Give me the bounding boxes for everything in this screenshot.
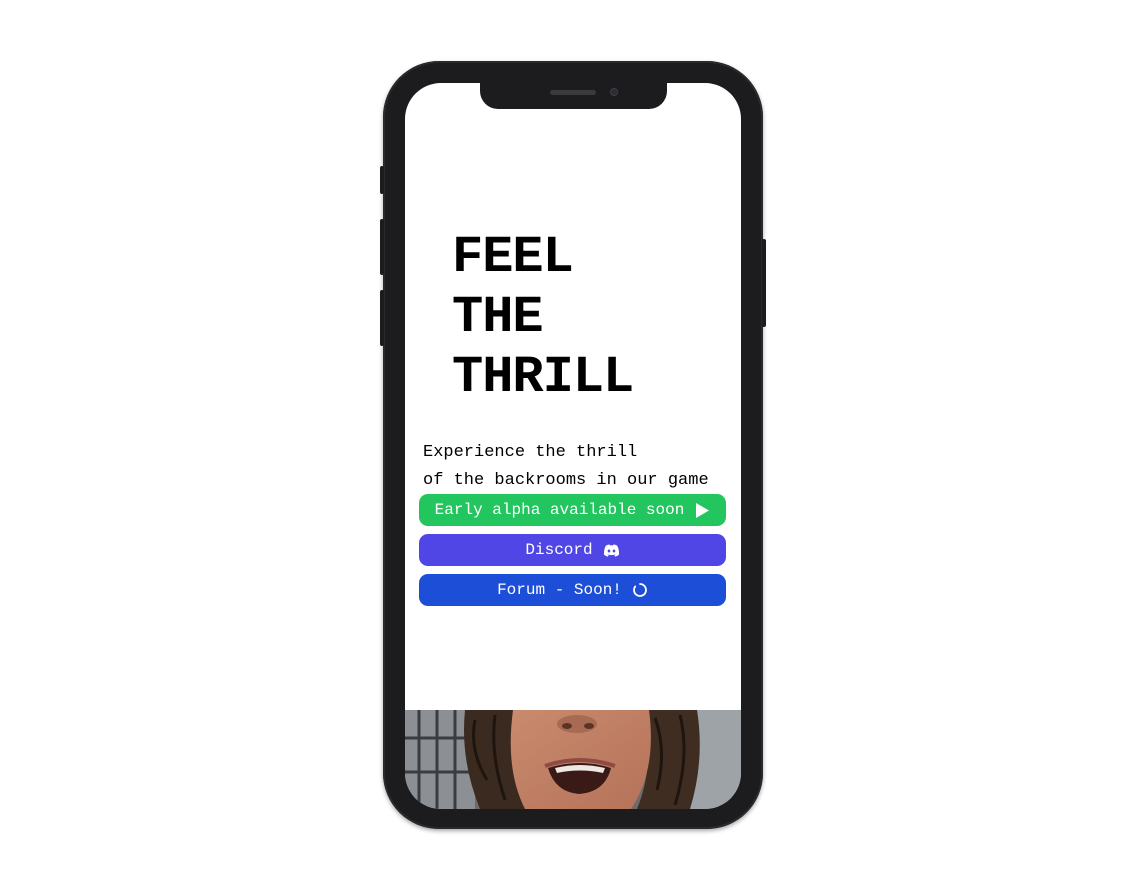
tagline-line: Experience the thrill: [423, 443, 638, 462]
early-alpha-button[interactable]: Early alpha available soon: [419, 494, 726, 526]
play-icon: [694, 502, 710, 519]
mute-switch: [380, 166, 384, 194]
notch: [480, 83, 667, 109]
volume-up-button: [380, 219, 384, 275]
speaker-grille: [550, 90, 596, 95]
power-button: [762, 239, 766, 327]
face-photo: [405, 710, 741, 809]
phone-frame: FEEL THE THRILL Experience the thrill of…: [380, 61, 766, 829]
early-alpha-label: Early alpha available soon: [434, 501, 685, 519]
loading-spinner-icon: [632, 582, 648, 598]
discord-button[interactable]: Discord: [419, 534, 726, 566]
headline-line: THRILL: [452, 348, 634, 407]
phone-screen: FEEL THE THRILL Experience the thrill of…: [405, 83, 741, 809]
tagline-line: of the backrooms in our game: [423, 471, 709, 490]
discord-icon: [603, 544, 620, 557]
hero-headline: FEEL THE THRILL: [452, 228, 634, 408]
forum-button[interactable]: Forum - Soon!: [419, 574, 726, 606]
volume-down-button: [380, 290, 384, 346]
headline-line: THE: [452, 288, 544, 347]
forum-label: Forum - Soon!: [497, 581, 622, 599]
front-camera: [611, 89, 617, 95]
discord-label: Discord: [525, 541, 593, 559]
hero-tagline: Experience the thrill of the backrooms i…: [423, 439, 709, 495]
headline-line: FEEL: [452, 228, 574, 287]
